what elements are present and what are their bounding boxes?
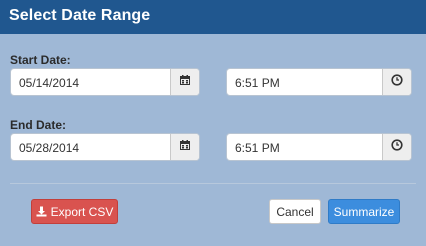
export-csv-label: Export CSV bbox=[50, 204, 114, 219]
dialog-header: Select Date Range bbox=[0, 0, 426, 34]
summarize-label: Summarize bbox=[333, 204, 395, 219]
footer-divider bbox=[10, 183, 416, 184]
start-time-picker-button[interactable] bbox=[382, 69, 411, 95]
end-time-picker-button[interactable] bbox=[382, 134, 411, 160]
clock-icon bbox=[391, 138, 403, 156]
calendar-icon bbox=[179, 73, 191, 91]
start-date-picker-button[interactable] bbox=[170, 69, 199, 95]
dialog-title: Select Date Range bbox=[9, 7, 151, 24]
cancel-label: Cancel bbox=[276, 204, 314, 219]
end-date-label: End Date: bbox=[10, 118, 67, 132]
calendar-icon bbox=[179, 138, 191, 156]
end-date-picker-button[interactable] bbox=[170, 134, 199, 160]
clock-icon bbox=[391, 73, 403, 91]
summarize-button[interactable]: Summarize bbox=[328, 199, 400, 224]
export-csv-button[interactable]: Export CSV bbox=[31, 199, 118, 224]
end-time-value: 6:51 PM bbox=[235, 141, 280, 155]
start-time-field[interactable]: 6:51 PM bbox=[226, 68, 412, 96]
start-date-label: Start Date: bbox=[10, 53, 71, 67]
end-date-value: 05/28/2014 bbox=[19, 141, 80, 155]
cancel-button[interactable]: Cancel bbox=[269, 199, 321, 224]
start-date-field[interactable]: 05/14/2014 bbox=[10, 68, 200, 96]
end-date-field[interactable]: 05/28/2014 bbox=[10, 133, 200, 161]
start-time-value: 6:51 PM bbox=[235, 76, 280, 90]
start-date-value: 05/14/2014 bbox=[19, 76, 80, 90]
end-time-field[interactable]: 6:51 PM bbox=[226, 133, 412, 161]
download-icon bbox=[36, 206, 47, 217]
